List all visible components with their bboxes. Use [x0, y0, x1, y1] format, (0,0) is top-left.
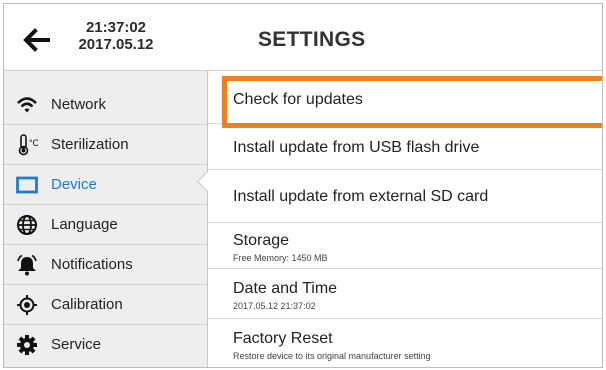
arrow-left-icon	[23, 28, 50, 52]
clock: 21:37:02 2017.05.12	[66, 19, 166, 53]
list-item-subtitle: Free Memory: 1450 MB	[233, 253, 328, 263]
sidebar-item-label: Network	[51, 96, 107, 113]
thermometer-icon: °C	[18, 134, 38, 156]
sidebar-item-label: Sterilization	[51, 136, 129, 153]
list-item-title: Date and Time	[233, 280, 338, 297]
svg-text:°C: °C	[29, 138, 38, 148]
wifi-icon	[17, 97, 37, 113]
globe-icon	[17, 215, 37, 235]
list-item-usb-update[interactable]: Install update from USB flash drive	[208, 124, 602, 170]
sidebar-item-label: Language	[51, 216, 118, 233]
list-item-storage[interactable]: Storage Free Memory: 1450 MB	[208, 223, 602, 269]
list-item-title: Factory Reset	[233, 330, 333, 347]
calibration-icon	[17, 295, 37, 315]
gear-icon	[17, 335, 37, 355]
page-title: SETTINGS	[258, 28, 366, 51]
list-item-date-time[interactable]: Date and Time 2017.05.12 21:37:02	[208, 269, 602, 319]
sidebar-item-language[interactable]: Language	[4, 205, 207, 245]
list-item-title: Check for updates	[233, 91, 363, 108]
list-item-title: Install update from external SD card	[233, 188, 489, 205]
list-item-subtitle: 2017.05.12 21:37:02	[233, 301, 316, 311]
sidebar-item-sterilization[interactable]: °C Sterilization	[4, 125, 207, 165]
sidebar-item-notifications[interactable]: Notifications	[4, 245, 207, 285]
list-item-check-updates[interactable]: Check for updates	[208, 71, 602, 124]
sidebar-item-label: Calibration	[51, 296, 123, 313]
clock-date: 2017.05.12	[78, 36, 154, 53]
sidebar-item-label: Notifications	[51, 256, 133, 273]
clock-time: 21:37:02	[85, 19, 147, 36]
list-item-subtitle: Restore device to its original manufactu…	[233, 351, 431, 361]
list-item-factory-reset[interactable]: Factory Reset Restore device to its orig…	[208, 319, 602, 367]
sidebar-item-service[interactable]: Service	[4, 325, 207, 365]
settings-list: Check for updates Install update from US…	[208, 71, 602, 367]
bell-icon	[17, 254, 37, 276]
list-item-title: Install update from USB flash drive	[233, 139, 480, 156]
device-icon	[16, 176, 38, 194]
sidebar-item-label: Service	[51, 336, 102, 353]
settings-window: 21:37:02 2017.05.12 SETTINGS Network °C …	[3, 3, 603, 368]
list-item-title: Storage	[233, 232, 290, 249]
sidebar-item-label: Device	[51, 176, 97, 193]
sidebar-item-device[interactable]: Device	[4, 165, 207, 205]
sidebar-item-calibration[interactable]: Calibration	[4, 285, 207, 325]
list-item-sd-update[interactable]: Install update from external SD card	[208, 170, 602, 223]
header-bar: 21:37:02 2017.05.12 SETTINGS	[4, 4, 602, 71]
sidebar-item-network[interactable]: Network	[4, 85, 207, 125]
back-button[interactable]	[22, 28, 50, 52]
sidebar: Network °C Sterilization Device	[4, 71, 208, 367]
